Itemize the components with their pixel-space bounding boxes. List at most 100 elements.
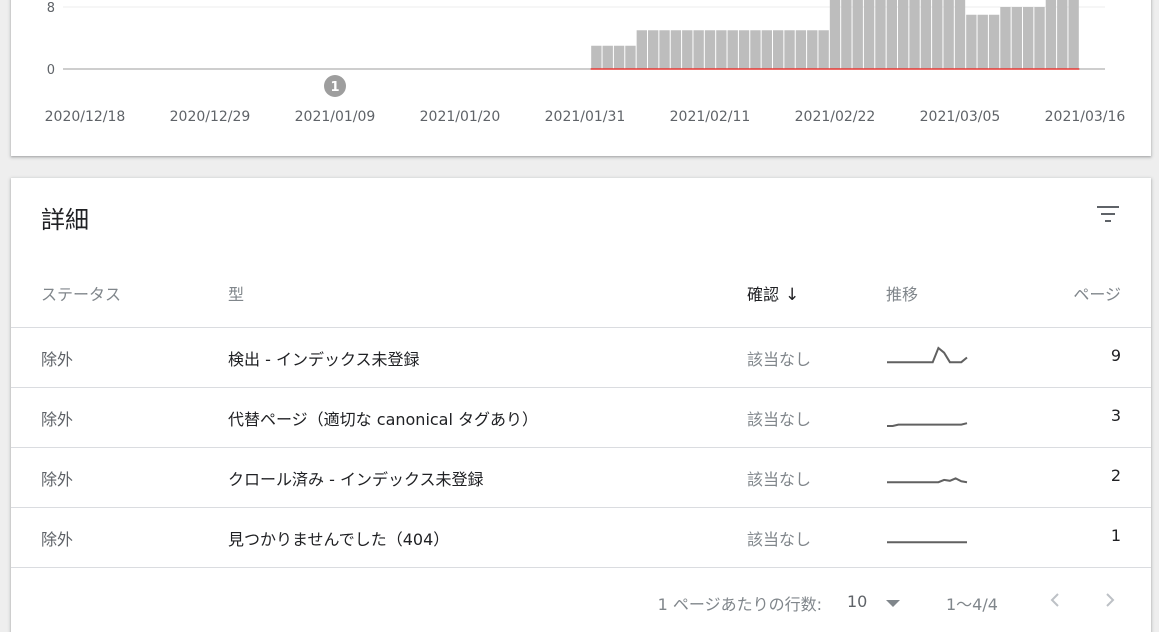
x-tick-label: 2020/12/29: [170, 109, 251, 125]
chart-bar: [670, 30, 682, 69]
row-status: 除外: [41, 530, 74, 549]
chart-bar: [932, 0, 943, 69]
column-header-status[interactable]: ステータス: [41, 281, 121, 305]
chart-bar: [761, 30, 772, 69]
chevron-left-icon[interactable]: [1043, 588, 1067, 612]
pagination-divider: [11, 567, 1151, 568]
row-trend-sparkline: [887, 346, 968, 364]
arrow-down-icon: ↓: [785, 285, 800, 305]
chart-bar: [954, 0, 966, 69]
chart-bar: [920, 0, 932, 69]
chart-bar: [773, 30, 784, 69]
column-header-verify[interactable]: 確認 ↓: [747, 281, 799, 305]
chart-bar: [613, 45, 625, 69]
chart-bar: [591, 45, 602, 69]
details-title: 詳細: [41, 206, 89, 234]
chart-bar: [750, 30, 761, 69]
row-type: クロール済み - インデックス未登録: [228, 470, 484, 489]
x-tick-label: 2021/01/09: [295, 109, 376, 125]
impressions-chart: 8 0 2020/12/18 2020/12/29 2021/01/09 2021/01/…: [45, 0, 1126, 125]
chart-bar: [977, 14, 988, 69]
chart-bar: [1034, 7, 1045, 69]
chart-bar: [1057, 0, 1068, 69]
chart-bar: [966, 14, 977, 69]
chart-bar: [716, 30, 727, 69]
chart-bar: [1023, 7, 1034, 69]
chart-bar: [818, 30, 829, 69]
row-trend-sparkline: [887, 422, 968, 427]
rows-per-page-select[interactable]: 10: [847, 592, 867, 611]
column-header-type[interactable]: 型: [228, 281, 244, 305]
row-status: 除外: [41, 410, 74, 429]
chart-bar: [682, 30, 693, 69]
row-pages: 9: [1110, 346, 1121, 365]
column-header-pages[interactable]: ページ: [1073, 281, 1121, 305]
x-tick-label: 2021/02/22: [795, 109, 876, 125]
x-tick-label: 2021/01/31: [545, 109, 626, 125]
row-pages: 3: [1110, 406, 1121, 425]
filter-list-icon[interactable]: [1093, 202, 1123, 228]
chart-bar: [738, 30, 750, 69]
table-row[interactable]: 除外 クロール済み - インデックス未登録 該当なし 2: [11, 447, 1151, 507]
row-type: 見つかりませんでした（404）: [228, 530, 450, 549]
x-tick-label: 2021/02/11: [670, 109, 751, 125]
chevron-right-icon[interactable]: [1098, 588, 1122, 612]
chart-bar: [829, 0, 841, 69]
x-tick-label: 2021/01/20: [420, 109, 501, 125]
chart-bar: [852, 0, 863, 69]
chart-bar: [886, 0, 897, 69]
chart-bar: [841, 0, 852, 69]
x-tick-label: 2021/03/16: [1045, 109, 1126, 125]
x-tick-label: 2020/12/18: [45, 109, 126, 125]
row-type: 検出 - インデックス未登録: [228, 350, 420, 369]
chart-bar: [795, 30, 807, 69]
chart-bar: [625, 45, 636, 69]
table-row[interactable]: 除外 代替ページ（適切な canonical タグあり） 該当なし 3: [11, 387, 1151, 447]
annotation-label: 1: [330, 80, 339, 95]
chart-bar: [1045, 0, 1057, 69]
chart-bar: [1011, 7, 1022, 69]
x-tick-label: 2021/03/05: [920, 109, 1001, 125]
column-header-trend: 推移: [886, 285, 919, 304]
chart-bar: [704, 30, 716, 69]
y-tick-label: 0: [47, 63, 55, 78]
sparkline-path: [887, 422, 968, 427]
row-trend-sparkline: [887, 541, 967, 544]
chart-bar: [602, 45, 613, 69]
row-verify: 該当なし: [747, 470, 812, 489]
chart-bar: [807, 30, 818, 69]
row-verify: 該当なし: [747, 530, 812, 549]
chart-bar: [875, 0, 886, 69]
chart-bar: [988, 14, 1000, 69]
chart-bar: [909, 0, 920, 69]
chart-bar: [648, 30, 659, 69]
caret-down-icon[interactable]: [886, 600, 900, 607]
details-card: 詳細 ステータス 型 確認 ↓ 推移 ページ 除外 検出 - インデックス未登録 …: [11, 178, 1151, 632]
row-verify: 該当なし: [747, 350, 812, 369]
column-header-verify-label: 確認: [747, 285, 780, 304]
chart-bar: [863, 0, 875, 69]
chart-bar: [1000, 7, 1011, 69]
row-type: 代替ページ（適切な canonical タグあり）: [228, 410, 539, 429]
y-tick-label: 8: [47, 1, 55, 16]
chart-card: 8 0 2020/12/18 2020/12/29 2021/01/09 2021/01/…: [11, 0, 1151, 156]
chart-bar: [636, 30, 647, 69]
sparkline-path: [887, 477, 968, 484]
chart-bar: [898, 0, 909, 69]
chart-bar: [659, 30, 670, 69]
chart-bar: [693, 30, 704, 69]
chart-bar: [784, 30, 795, 69]
row-status: 除外: [41, 470, 74, 489]
row-trend-sparkline: [887, 477, 968, 484]
sparkline-path: [887, 346, 968, 364]
row-pages: 2: [1110, 466, 1121, 485]
row-verify: 該当なし: [747, 410, 812, 429]
table-row[interactable]: 除外 検出 - インデックス未登録 該当なし 9: [11, 327, 1151, 387]
table-row[interactable]: 除外 見つかりませんでした（404） 該当なし 1: [11, 507, 1151, 567]
pagination-range: 1～4/4: [946, 595, 998, 614]
chart-bar: [943, 0, 954, 69]
row-pages: 1: [1110, 526, 1121, 545]
chart-bar: [727, 30, 738, 69]
rows-per-page-label: 1 ページあたりの行数:: [657, 595, 822, 614]
row-status: 除外: [41, 350, 74, 369]
